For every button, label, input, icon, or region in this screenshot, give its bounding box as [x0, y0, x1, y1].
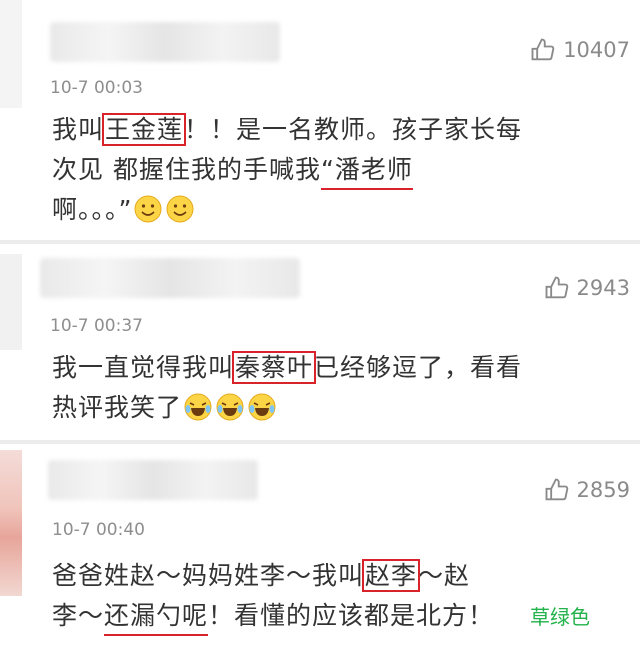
text-segment: ～赵 — [418, 561, 471, 590]
avatar[interactable] — [0, 0, 22, 108]
thumbs-up-icon — [531, 38, 555, 61]
comment-card: 2859 10-7 00:40 爸爸姓赵～妈妈姓李～我叫赵李～赵 李～还漏勺呢！… — [0, 444, 640, 652]
thumbs-up-icon — [545, 276, 568, 299]
avatar[interactable] — [0, 450, 22, 596]
highlight-box: 赵李 — [362, 559, 421, 592]
like-button[interactable]: 10407 — [529, 36, 630, 64]
comment-text: 我一直觉得我叫秦蔡叶已经够逗了，看看 热评我笑了 — [52, 348, 622, 428]
underline-highlight: “潘老师 — [320, 155, 413, 190]
text-segment: 啊。。。” — [52, 195, 133, 224]
comment-time: 10-7 00:40 — [52, 520, 145, 540]
comment-text: 我叫王金莲！！是一名教师。孩子家长每 次见 都握住我的手喊我“潘老师 啊。。。” — [52, 110, 622, 230]
comment-time: 10-7 00:37 — [50, 316, 143, 336]
watermark: 草绿色 — [530, 601, 590, 630]
username-blurred[interactable] — [50, 22, 280, 62]
like-count: 10407 — [563, 38, 630, 62]
text-segment: 李～ — [52, 601, 105, 630]
comment-card: 2943 10-7 00:37 我一直觉得我叫秦蔡叶已经够逗了，看看 热评我笑了 — [0, 244, 640, 440]
like-count: 2859 — [576, 478, 630, 502]
smile-emoji-icon — [166, 195, 194, 223]
avatar[interactable] — [0, 254, 22, 350]
like-button[interactable]: 2943 — [543, 274, 630, 302]
smile-emoji-icon — [134, 195, 162, 223]
underline-highlight: 还漏勺呢 — [104, 601, 209, 636]
text-segment: 次见 都握住我的手喊我 — [52, 155, 321, 184]
comment-time: 10-7 00:03 — [50, 78, 143, 98]
laugh-cry-emoji-icon — [216, 393, 244, 421]
highlight-box: 王金莲 — [102, 113, 187, 146]
text-segment: 热评我笑了 — [52, 393, 183, 422]
text-segment: ！看懂的应该都是北方！ — [208, 601, 495, 630]
comment-card: 10407 10-7 00:03 我叫王金莲！！是一名教师。孩子家长每 次见 都… — [0, 0, 640, 240]
laugh-cry-emoji-icon — [248, 393, 276, 421]
thumbs-up-icon — [545, 478, 568, 501]
text-segment: 我一直觉得我叫 — [52, 353, 235, 382]
text-segment: 已经够逗了，看看 — [314, 353, 523, 382]
text-segment: ！！是一名教师。孩子家长每 — [184, 115, 523, 144]
text-segment: 我叫 — [52, 115, 105, 144]
like-count: 2943 — [576, 276, 630, 300]
username-blurred[interactable] — [40, 258, 300, 298]
like-button[interactable]: 2859 — [543, 476, 630, 504]
text-segment: 爸爸姓赵～妈妈姓李～我叫 — [52, 561, 365, 590]
laugh-cry-emoji-icon — [184, 393, 212, 421]
highlight-box: 秦蔡叶 — [232, 351, 317, 384]
username-blurred[interactable] — [48, 460, 258, 500]
